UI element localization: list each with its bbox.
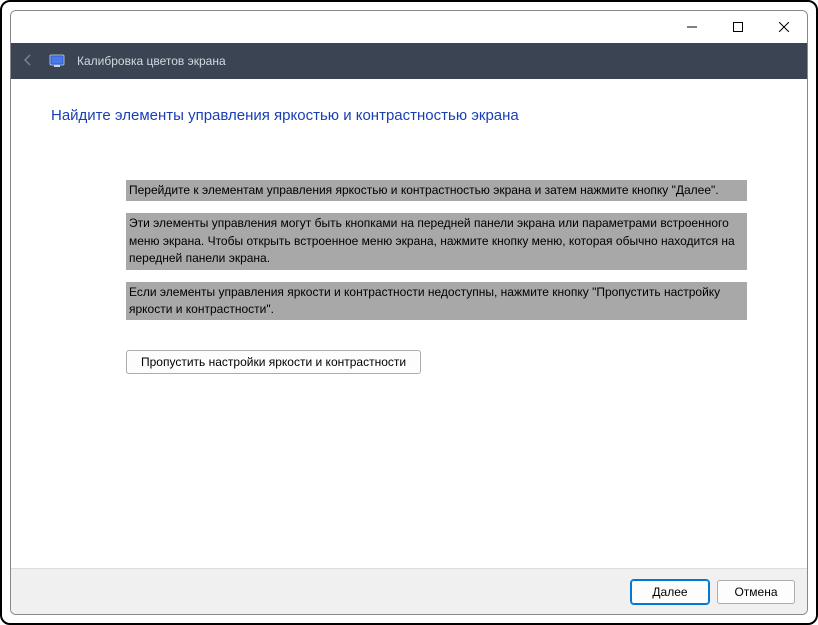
paragraph-3: Если элементы управления яркости и контр…	[126, 282, 747, 321]
wizard-window: Калибровка цветов экрана Найдите элемент…	[10, 10, 808, 615]
content-area: Найдите элементы управления яркостью и к…	[11, 79, 807, 568]
monitor-icon	[49, 53, 65, 69]
skip-brightness-contrast-button[interactable]: Пропустить настройки яркости и контрастн…	[126, 350, 421, 374]
cancel-button[interactable]: Отмена	[717, 580, 795, 604]
back-arrow-icon[interactable]	[21, 53, 37, 70]
window-controls	[11, 11, 807, 43]
minimize-button[interactable]	[669, 11, 715, 43]
paragraph-1: Перейдите к элементам управления яркость…	[126, 180, 747, 201]
wizard-footer: Далее Отмена	[11, 568, 807, 614]
page-heading: Найдите элементы управления яркостью и к…	[51, 107, 767, 124]
close-button[interactable]	[761, 11, 807, 43]
body-text-area: Перейдите к элементам управления яркость…	[51, 180, 767, 374]
maximize-button[interactable]	[715, 11, 761, 43]
app-title: Калибровка цветов экрана	[77, 54, 226, 68]
next-button[interactable]: Далее	[631, 580, 709, 604]
titlebar: Калибровка цветов экрана	[11, 43, 807, 79]
paragraph-2: Эти элементы управления могут быть кнопк…	[126, 213, 747, 269]
